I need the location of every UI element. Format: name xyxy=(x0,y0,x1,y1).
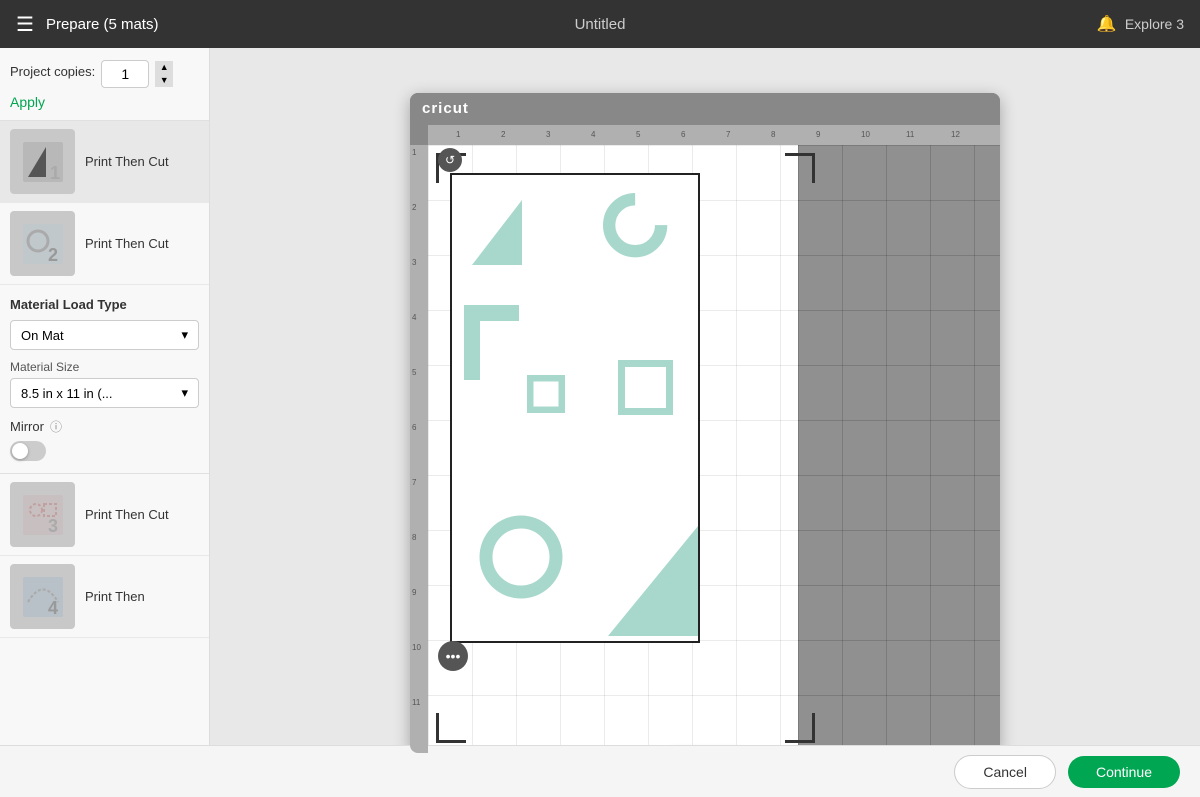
mat-grey-grid xyxy=(798,145,1000,753)
ruler-num-10: 10 xyxy=(861,130,870,139)
ruler-num-6: 6 xyxy=(681,130,685,139)
design-area[interactable] xyxy=(450,173,700,643)
material-size-label: Material Size xyxy=(10,360,199,374)
menu-icon[interactable]: ☰ xyxy=(16,12,34,37)
cancel-button[interactable]: Cancel xyxy=(954,755,1056,789)
mat-canvas[interactable]: cricut 1 2 3 4 5 6 7 8 9 10 11 12 1 2 xyxy=(410,93,1000,753)
mat-item-2[interactable]: 2 Print Then Cut xyxy=(0,203,209,285)
material-load-title: Material Load Type xyxy=(10,297,199,312)
ruler-left-num-9: 9 xyxy=(412,588,416,597)
copies-input[interactable] xyxy=(101,60,149,88)
chevron-down-icon-size: ▾ xyxy=(181,385,188,401)
mat-thumbnail-2: 2 xyxy=(10,211,75,276)
mat-thumbnail-3: 3 xyxy=(10,482,75,547)
shape-square-1 xyxy=(527,375,565,418)
mat-label-4: Print Then xyxy=(85,589,145,604)
copies-label: Project copies: xyxy=(10,64,95,79)
mat-label-1: Print Then Cut xyxy=(85,154,169,169)
shape-arc xyxy=(588,193,683,263)
ruler-num-7: 7 xyxy=(726,130,730,139)
ruler-left-num-10: 10 xyxy=(412,643,421,652)
rotate-handle[interactable]: ↺ xyxy=(438,148,462,172)
ruler-left-num-7: 7 xyxy=(412,478,416,487)
ruler-top: 1 2 3 4 5 6 7 8 9 10 11 12 xyxy=(428,125,1000,145)
ruler-num-5: 5 xyxy=(636,130,640,139)
document-title: Untitled xyxy=(575,16,626,33)
chevron-down-icon: ▾ xyxy=(181,327,188,343)
mat-label-2: Print Then Cut xyxy=(85,236,169,251)
mat-thumb-inner-2: 2 xyxy=(10,211,75,276)
ruler-num-3: 3 xyxy=(546,130,550,139)
shape-l xyxy=(464,305,519,385)
ruler-num-8: 8 xyxy=(771,130,775,139)
cricut-logo: cricut xyxy=(422,100,469,117)
mat-grey-area xyxy=(798,145,1000,753)
ruler-num-9: 9 xyxy=(816,130,820,139)
ruler-left-num-8: 8 xyxy=(412,533,416,542)
ruler-num-12: 12 xyxy=(951,130,960,139)
info-icon[interactable]: ⓘ xyxy=(50,418,62,435)
ruler-num-1: 1 xyxy=(456,130,460,139)
mirror-label: Mirror xyxy=(10,419,44,434)
ruler-num-11: 11 xyxy=(906,130,914,139)
copies-down-button[interactable]: ▼ xyxy=(155,74,173,87)
ruler-left-num-3: 3 xyxy=(412,258,416,267)
mat-item-4[interactable]: 4 Print Then xyxy=(0,556,209,638)
apply-button[interactable]: Apply xyxy=(10,94,45,110)
mat-item-3[interactable]: 3 Print Then Cut xyxy=(0,474,209,556)
mat-label-3: Print Then Cut xyxy=(85,507,169,522)
shape-arrow xyxy=(467,200,522,270)
ruler-left-num-1: 1 xyxy=(412,148,416,157)
svg-text:4: 4 xyxy=(48,598,58,618)
material-load-dropdown[interactable]: On Mat ▾ xyxy=(10,320,199,350)
mirror-row: Mirror ⓘ xyxy=(10,418,199,435)
ruler-left-num-4: 4 xyxy=(412,313,416,322)
header: ☰ Prepare (5 mats) Untitled 🔔 Explore 3 xyxy=(0,0,1200,48)
app-layout: Project copies: ▲ ▼ Apply 1 xyxy=(0,48,1200,797)
mirror-toggle[interactable] xyxy=(10,441,46,461)
more-options-button[interactable]: ••• xyxy=(438,641,468,671)
ruler-left-num-5: 5 xyxy=(412,368,416,377)
mat-thumb-inner-1: 1 xyxy=(10,129,75,194)
main-canvas-area: cricut 1 2 3 4 5 6 7 8 9 10 11 12 1 2 xyxy=(210,48,1200,797)
copies-up-button[interactable]: ▲ xyxy=(155,61,173,74)
ruler-left: 1 2 3 4 5 6 7 8 9 10 11 12 xyxy=(410,145,428,753)
header-right: 🔔 Explore 3 xyxy=(1097,14,1184,34)
shape-square-2 xyxy=(618,360,673,420)
machine-label: Explore 3 xyxy=(1125,16,1184,32)
ruler-left-num-11: 11 xyxy=(412,698,420,707)
material-size-dropdown[interactable]: 8.5 in x 11 in (... ▾ xyxy=(10,378,199,408)
shape-circle xyxy=(477,513,565,606)
svg-text:2: 2 xyxy=(48,245,58,265)
svg-text:1: 1 xyxy=(50,163,60,183)
mat-thumb-inner-4: 4 xyxy=(10,564,75,629)
ruler-left-num-2: 2 xyxy=(412,203,416,212)
corner-mark-bottom-left xyxy=(436,713,466,743)
material-size-value: 8.5 in x 11 in (... xyxy=(21,386,113,401)
toggle-knob xyxy=(12,443,28,459)
copies-spinner: ▲ ▼ xyxy=(155,61,173,87)
ruler-num-4: 4 xyxy=(591,130,595,139)
notification-icon[interactable]: 🔔 xyxy=(1097,14,1117,34)
svg-text:3: 3 xyxy=(48,516,58,536)
sidebar: Project copies: ▲ ▼ Apply 1 xyxy=(0,48,210,797)
mat-item-1[interactable]: 1 Print Then Cut xyxy=(0,121,209,203)
material-load-section: Material Load Type On Mat ▾ Material Siz… xyxy=(0,285,209,474)
ruler-left-num-6: 6 xyxy=(412,423,416,432)
copies-section: Project copies: ▲ ▼ Apply xyxy=(0,48,209,121)
mat-thumbnail-4: 4 xyxy=(10,564,75,629)
corner-mark-top-right xyxy=(785,153,815,183)
mat-thumb-inner-3: 3 xyxy=(10,482,75,547)
material-load-value: On Mat xyxy=(21,328,64,343)
shape-blob xyxy=(608,526,698,641)
mat-header-strip: cricut xyxy=(410,93,1000,125)
page-title: Prepare (5 mats) xyxy=(46,16,159,33)
corner-mark-bottom-right xyxy=(785,713,815,743)
ruler-num-2: 2 xyxy=(501,130,505,139)
continue-button[interactable]: Continue xyxy=(1068,756,1180,788)
mat-thumbnail-1: 1 xyxy=(10,129,75,194)
bottom-action-bar: Cancel Continue xyxy=(0,745,1200,797)
